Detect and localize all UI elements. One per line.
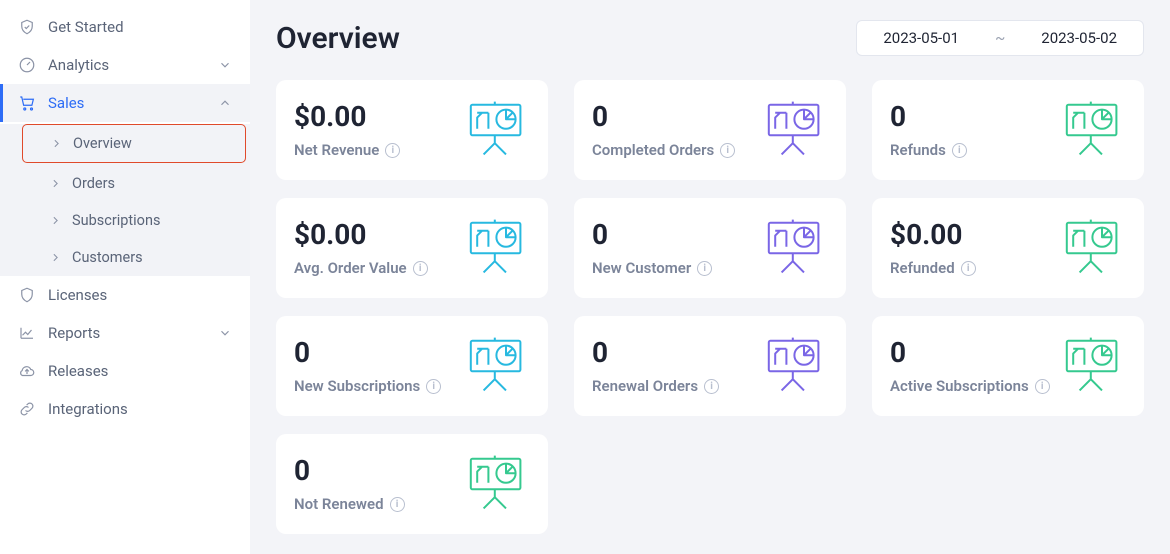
info-icon[interactable]: i — [413, 261, 428, 276]
date-start: 2023-05-01 — [883, 29, 959, 47]
metric-value: $0.00 — [294, 101, 400, 133]
metric-card[interactable]: 0 New Subscriptions i — [276, 316, 548, 416]
metric-value: $0.00 — [890, 219, 976, 251]
info-icon[interactable]: i — [720, 143, 735, 158]
sidebar-sub-label: Orders — [72, 175, 115, 192]
chevron-right-icon — [48, 214, 62, 228]
sidebar-sub-customers[interactable]: Customers — [0, 239, 250, 276]
sidebar-item-label: Integrations — [48, 400, 128, 418]
metric-cards-grid: $0.00 Net Revenue i 0 Completed Orders i… — [276, 80, 1144, 534]
metric-label: Active Subscriptions — [890, 377, 1029, 395]
metric-label: Completed Orders — [592, 141, 714, 159]
sidebar-item-reports[interactable]: Reports — [0, 314, 250, 352]
sales-submenu: Overview Orders Subscriptions Customers — [0, 124, 250, 276]
easel-chart-icon — [466, 336, 530, 396]
metric-label: Renewal Orders — [592, 377, 698, 395]
metric-label: Avg. Order Value — [294, 259, 407, 277]
metric-label: Net Revenue — [294, 141, 379, 159]
cart-icon — [18, 94, 36, 112]
metric-label: Not Renewed — [294, 495, 384, 513]
easel-chart-icon — [1062, 100, 1126, 160]
sidebar-sub-subscriptions[interactable]: Subscriptions — [0, 202, 250, 239]
info-icon[interactable]: i — [426, 379, 441, 394]
sidebar-item-label: Get Started — [48, 18, 124, 36]
date-end: 2023-05-02 — [1041, 29, 1117, 47]
sidebar-sub-label: Overview — [73, 135, 132, 152]
metric-value: 0 — [592, 219, 712, 251]
easel-chart-icon — [466, 454, 530, 514]
shield-icon — [18, 286, 36, 304]
metric-card[interactable]: $0.00 Refunded i — [872, 198, 1144, 298]
metric-card[interactable]: 0 Active Subscriptions i — [872, 316, 1144, 416]
metric-card[interactable]: 0 Not Renewed i — [276, 434, 548, 534]
info-icon[interactable]: i — [385, 143, 400, 158]
easel-chart-icon — [764, 218, 828, 278]
chevron-down-icon — [218, 326, 232, 340]
easel-chart-icon — [1062, 336, 1126, 396]
metric-value: 0 — [890, 337, 1050, 369]
sidebar-sub-label: Subscriptions — [72, 212, 160, 229]
link-icon — [18, 400, 36, 418]
sidebar-item-label: Sales — [48, 94, 84, 112]
metric-label: Refunds — [890, 141, 946, 159]
sidebar-sub-orders[interactable]: Orders — [0, 165, 250, 202]
chevron-down-icon — [218, 58, 232, 72]
info-icon[interactable]: i — [1035, 379, 1050, 394]
sidebar-item-label: Licenses — [48, 286, 107, 304]
chevron-right-icon — [49, 137, 63, 151]
easel-chart-icon — [764, 100, 828, 160]
sidebar-item-label: Reports — [48, 324, 100, 342]
metric-label: New Subscriptions — [294, 377, 420, 395]
sidebar-item-integrations[interactable]: Integrations — [0, 390, 250, 428]
metric-card[interactable]: $0.00 Avg. Order Value i — [276, 198, 548, 298]
easel-chart-icon — [466, 100, 530, 160]
easel-chart-icon — [466, 218, 530, 278]
chevron-up-icon — [218, 96, 232, 110]
metric-value: $0.00 — [294, 219, 428, 251]
date-range-picker[interactable]: 2023-05-01 ~ 2023-05-02 — [856, 20, 1144, 56]
metric-card[interactable]: 0 Renewal Orders i — [574, 316, 846, 416]
metric-card[interactable]: $0.00 Net Revenue i — [276, 80, 548, 180]
metric-value: 0 — [592, 337, 719, 369]
sidebar-item-label: Releases — [48, 362, 108, 380]
metric-card[interactable]: 0 Refunds i — [872, 80, 1144, 180]
metric-label: New Customer — [592, 259, 691, 277]
metric-value: 0 — [890, 101, 967, 133]
info-icon[interactable]: i — [952, 143, 967, 158]
page-title: Overview — [276, 21, 400, 56]
metric-value: 0 — [294, 337, 441, 369]
sidebar-item-label: Analytics — [48, 56, 109, 74]
gauge-icon — [18, 56, 36, 74]
info-icon[interactable]: i — [390, 497, 405, 512]
easel-chart-icon — [764, 336, 828, 396]
shield-check-icon — [18, 18, 36, 36]
metric-card[interactable]: 0 Completed Orders i — [574, 80, 846, 180]
chevron-right-icon — [48, 177, 62, 191]
info-icon[interactable]: i — [704, 379, 719, 394]
sidebar-sub-label: Customers — [72, 249, 143, 266]
metric-value: 0 — [592, 101, 735, 133]
metric-label: Refunded — [890, 259, 955, 277]
sidebar-item-analytics[interactable]: Analytics — [0, 46, 250, 84]
info-icon[interactable]: i — [961, 261, 976, 276]
chart-line-icon — [18, 324, 36, 342]
sidebar-item-licenses[interactable]: Licenses — [0, 276, 250, 314]
easel-chart-icon — [1062, 218, 1126, 278]
main-content: Overview 2023-05-01 ~ 2023-05-02 $0.00 N… — [250, 0, 1170, 554]
metric-value: 0 — [294, 455, 405, 487]
info-icon[interactable]: i — [697, 261, 712, 276]
chevron-right-icon — [48, 251, 62, 265]
cloud-upload-icon — [18, 362, 36, 380]
sidebar: Get Started Analytics Sales — [0, 0, 250, 554]
metric-card[interactable]: 0 New Customer i — [574, 198, 846, 298]
sidebar-item-sales[interactable]: Sales — [0, 84, 250, 122]
sidebar-item-get-started[interactable]: Get Started — [0, 8, 250, 46]
date-separator: ~ — [995, 29, 1005, 47]
sidebar-item-releases[interactable]: Releases — [0, 352, 250, 390]
sidebar-sub-overview[interactable]: Overview — [22, 124, 246, 163]
